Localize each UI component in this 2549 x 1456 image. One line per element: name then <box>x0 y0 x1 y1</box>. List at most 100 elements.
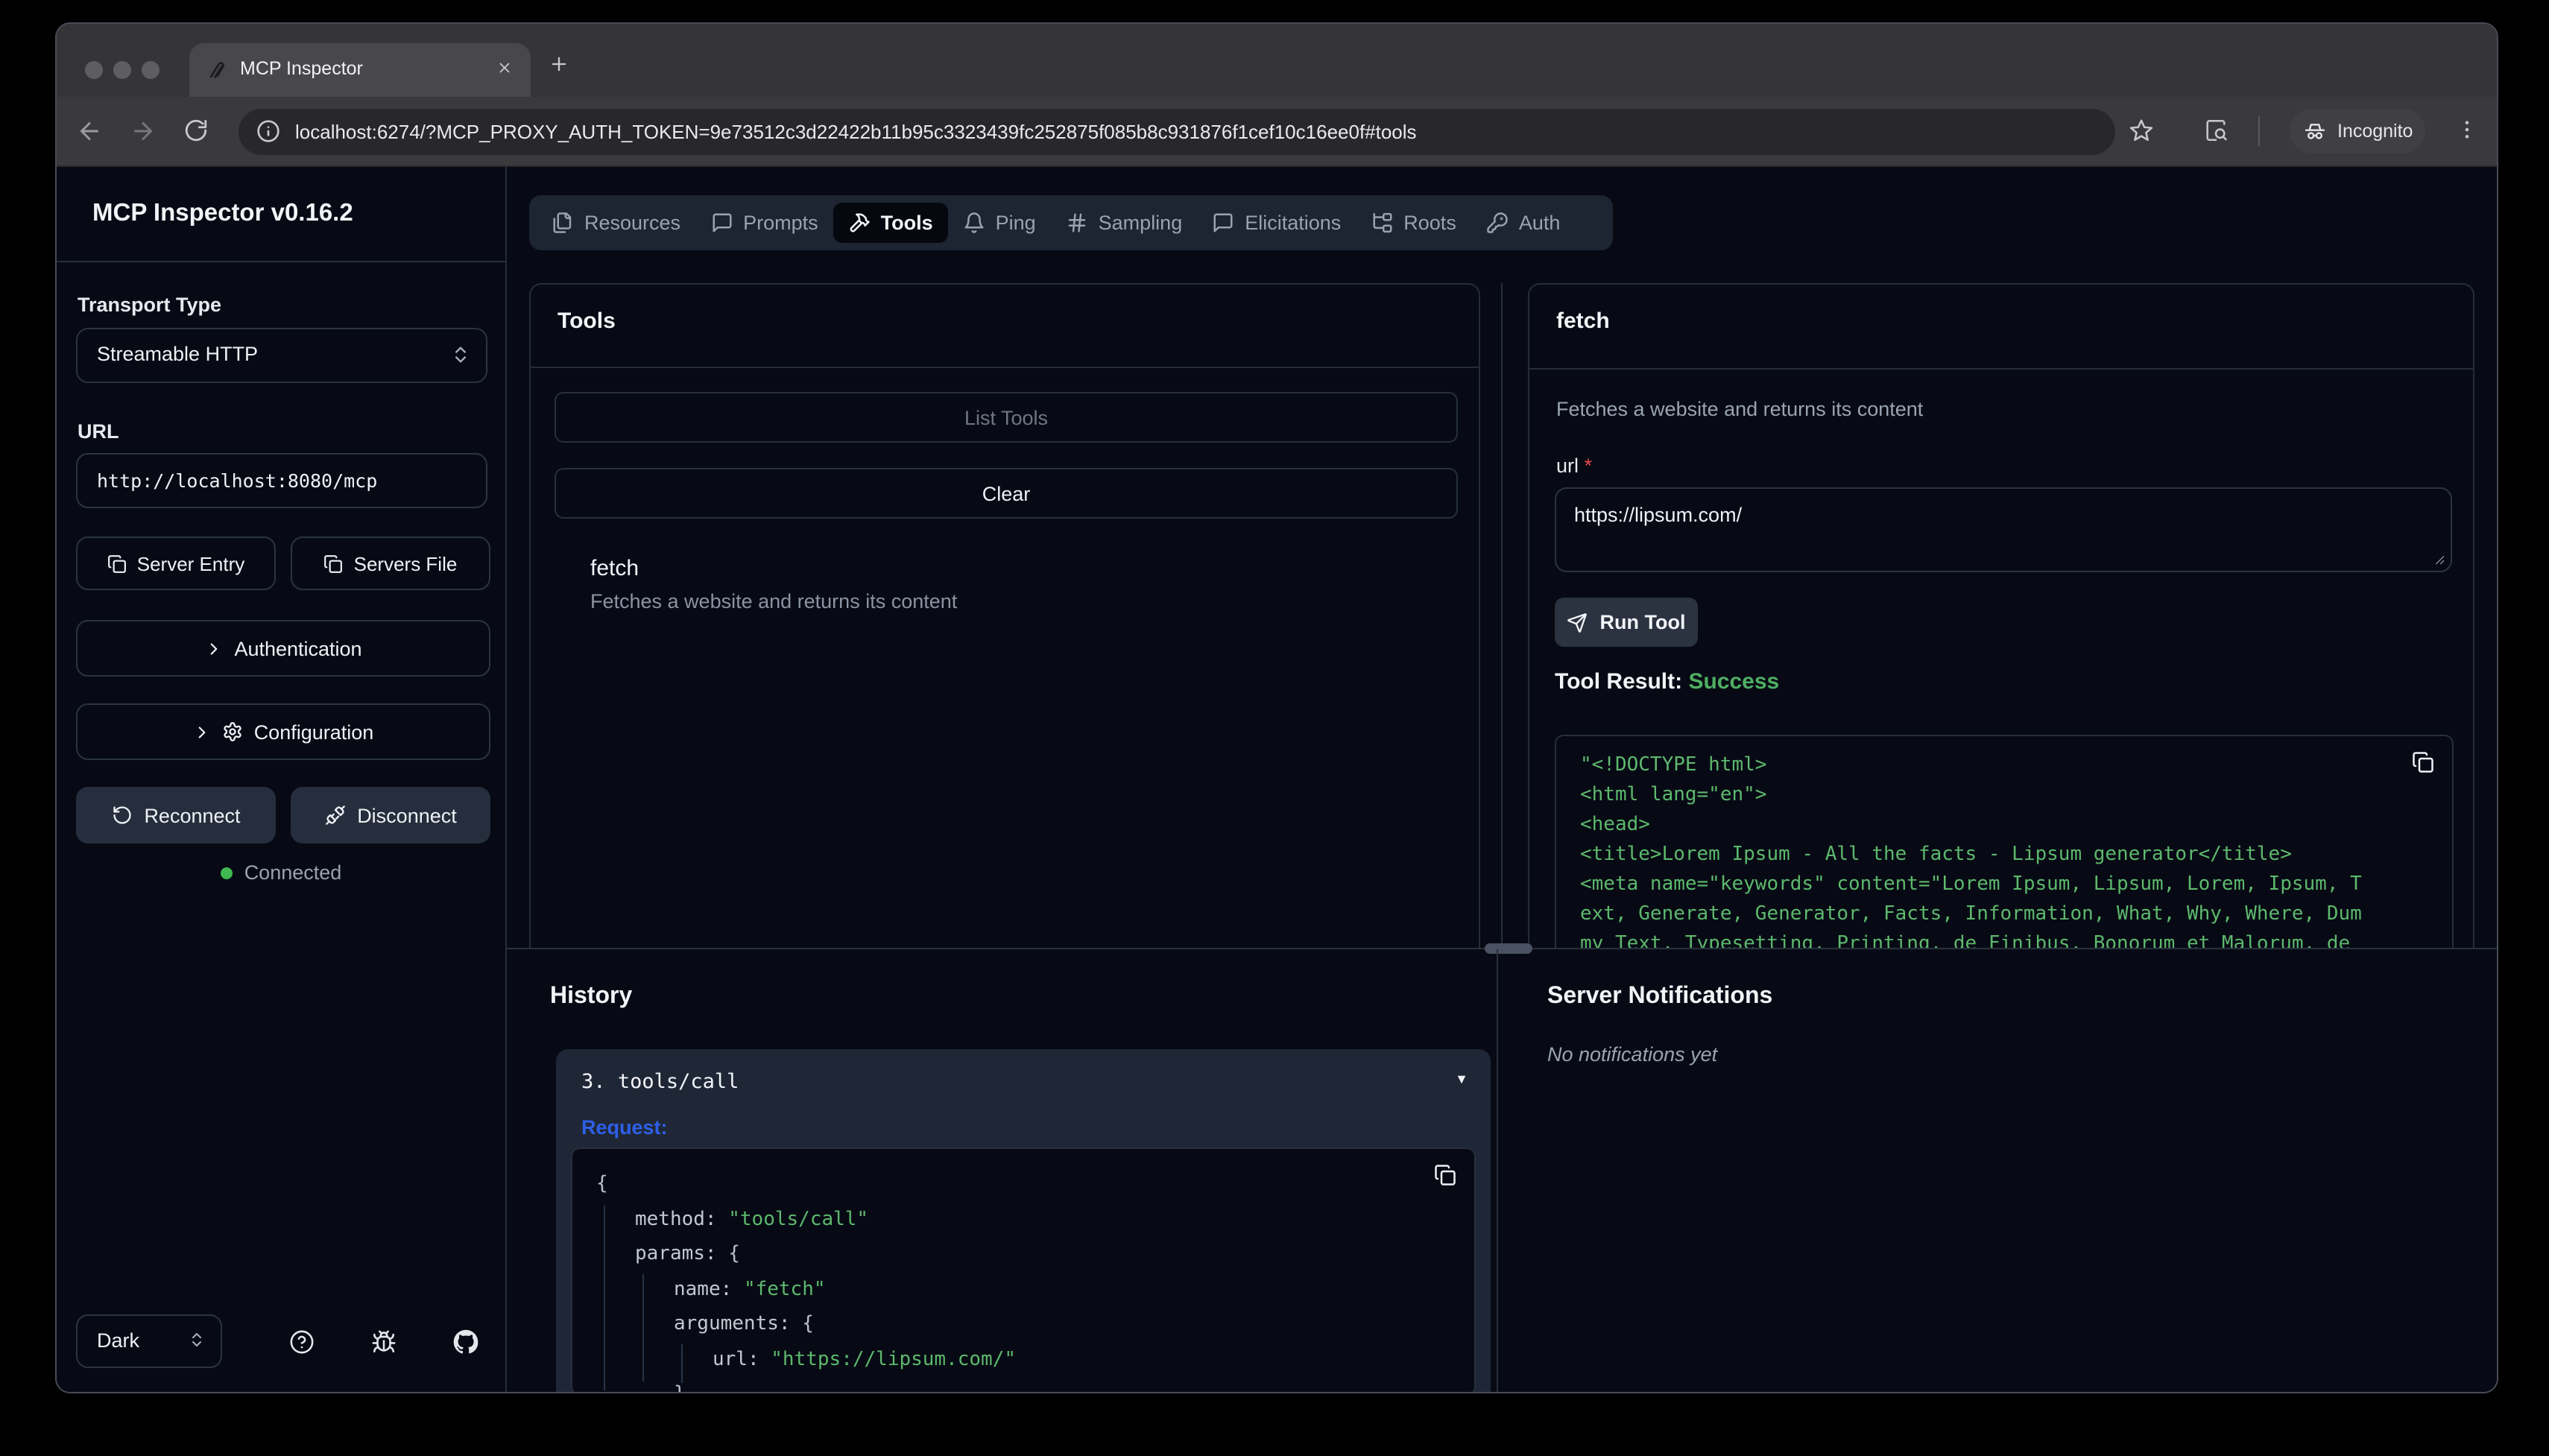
tab-close-icon[interactable] <box>496 60 513 76</box>
tools-panel-divider <box>531 367 1479 368</box>
connection-status: Connected <box>57 861 505 884</box>
url-param-textarea[interactable]: https://lipsum.com/ <box>1555 487 2452 572</box>
browser-tab[interactable]: MCP Inspector <box>189 43 531 97</box>
key-icon <box>1486 212 1509 234</box>
tab-label: Roots <box>1403 212 1456 234</box>
mcp-favicon-icon <box>207 58 230 80</box>
url-param-label: url * <box>1556 455 1592 477</box>
incognito-label: Incognito <box>2337 121 2413 142</box>
url-param-value: https://lipsum.com/ <box>1574 504 1742 526</box>
transport-type-label: Transport Type <box>78 294 221 316</box>
list-tools-button[interactable]: List Tools <box>555 392 1458 443</box>
new-tab-button[interactable] <box>549 54 569 75</box>
tab-tools[interactable]: Tools <box>833 203 948 243</box>
chevron-right-icon <box>193 722 212 741</box>
site-info-icon[interactable] <box>256 119 280 143</box>
bug-icon[interactable] <box>371 1329 397 1355</box>
theme-select[interactable]: Dark <box>76 1314 222 1368</box>
reconnect-label: Reconnect <box>144 804 240 826</box>
server-url-value: http://localhost:8080/mcp <box>97 469 377 492</box>
chevrons-up-down-icon <box>450 344 471 365</box>
back-icon[interactable] <box>76 118 103 145</box>
tool-detail-divider <box>1529 368 2473 370</box>
request-label: Request: <box>581 1116 668 1139</box>
window-zoom-button[interactable] <box>142 61 159 79</box>
address-bar[interactable]: localhost:6274/?MCP_PROXY_AUTH_TOKEN=9e7… <box>239 109 2115 155</box>
tool-list-item[interactable]: fetch Fetches a website and returns its … <box>590 556 957 613</box>
tab-label: Elicitations <box>1245 212 1341 234</box>
required-asterisk: * <box>1585 455 1593 477</box>
server-url-input[interactable]: http://localhost:8080/mcp <box>76 453 487 508</box>
browser-toolbar: localhost:6274/?MCP_PROXY_AUTH_TOKEN=9e7… <box>57 97 2497 167</box>
request-code-block: {method: "tools/call"params: {name: "fet… <box>571 1148 1476 1392</box>
tool-item-name: fetch <box>590 556 957 581</box>
main-nav-tabs: Resources Prompts Tools Ping Sampling <box>529 195 1613 250</box>
textarea-resize-handle[interactable] <box>2431 551 2446 566</box>
tool-item-description: Fetches a website and returns its conten… <box>590 590 957 613</box>
authentication-button[interactable]: Authentication <box>76 620 490 677</box>
tool-result-code: "<!DOCTYPE html><html lang="en"><head><t… <box>1580 751 2392 949</box>
app-content: MCP Inspector v0.16.2 Transport Type Str… <box>57 167 2497 1392</box>
theme-value: Dark <box>97 1329 139 1352</box>
transport-type-select[interactable]: Streamable HTTP <box>76 328 487 383</box>
window-close-button[interactable] <box>85 61 103 79</box>
tab-auth[interactable]: Auth <box>1471 203 1576 243</box>
window-minimize-button[interactable] <box>113 61 131 79</box>
tab-ping[interactable]: Ping <box>948 203 1051 243</box>
tool-detail-panel: fetch Fetches a website and returns its … <box>1528 283 2474 948</box>
copy-icon <box>107 554 127 573</box>
transport-type-value: Streamable HTTP <box>97 343 258 365</box>
forward-icon[interactable] <box>130 118 157 145</box>
send-icon <box>1567 612 1588 633</box>
tab-label: Sampling <box>1099 212 1183 234</box>
tab-prompts[interactable]: Prompts <box>695 203 833 243</box>
browser-menu-kebab-icon[interactable] <box>2455 118 2479 142</box>
help-icon[interactable] <box>289 1329 315 1355</box>
tab-roots[interactable]: Roots <box>1356 203 1471 243</box>
browser-window: MCP Inspector <box>55 22 2498 1393</box>
gear-icon <box>223 721 244 742</box>
tools-panel-title: Tools <box>558 308 616 334</box>
browser-tab-strip: MCP Inspector <box>57 24 2497 97</box>
result-status: Success <box>1688 669 1779 694</box>
splitter-grip[interactable] <box>1485 943 1532 954</box>
server-entry-label: Server Entry <box>137 552 245 575</box>
configuration-button[interactable]: Configuration <box>76 703 490 760</box>
run-tool-label: Run Tool <box>1600 611 1686 633</box>
disconnect-button[interactable]: Disconnect <box>291 787 490 843</box>
message-square-icon <box>1212 212 1234 234</box>
toolbar-separator <box>2258 116 2260 146</box>
request-json-code: {method: "tools/call"params: {name: "fet… <box>596 1167 1415 1392</box>
connection-status-label: Connected <box>244 861 342 884</box>
tools-panel: Tools List Tools Clear fetch Fetches a w… <box>529 283 1480 948</box>
notifications-empty-text: No notifications yet <box>1547 1043 1717 1066</box>
tab-sampling[interactable]: Sampling <box>1051 203 1198 243</box>
tab-elicitations[interactable]: Elicitations <box>1197 203 1356 243</box>
clear-button[interactable]: Clear <box>555 468 1458 519</box>
connected-dot-icon <box>221 867 233 879</box>
disconnect-label: Disconnect <box>357 804 457 826</box>
servers-file-label: Servers File <box>354 552 458 575</box>
side-panel-search-icon[interactable] <box>2203 118 2229 143</box>
reconnect-button[interactable]: Reconnect <box>76 787 276 843</box>
servers-file-button[interactable]: Servers File <box>291 536 490 590</box>
collapse-caret-icon[interactable]: ▼ <box>1455 1072 1468 1086</box>
github-icon[interactable] <box>453 1329 478 1355</box>
files-icon <box>552 212 574 234</box>
bookmark-star-icon[interactable] <box>2129 118 2154 143</box>
run-tool-button[interactable]: Run Tool <box>1555 598 1698 647</box>
bell-icon <box>963 212 985 234</box>
reload-icon[interactable] <box>183 118 209 143</box>
copy-result-icon[interactable] <box>2412 751 2434 773</box>
tab-resources[interactable]: Resources <box>537 203 695 243</box>
notifications-title: Server Notifications <box>1547 984 1772 1010</box>
folder-tree-icon <box>1371 212 1393 234</box>
tab-title: MCP Inspector <box>240 58 363 79</box>
history-entry-card[interactable]: 3. tools/call ▼ Request: {method: "tools… <box>556 1049 1491 1392</box>
tab-label: Resources <box>584 212 680 234</box>
copy-request-icon[interactable] <box>1434 1164 1456 1186</box>
clear-label: Clear <box>982 482 1031 504</box>
sidebar: MCP Inspector v0.16.2 Transport Type Str… <box>57 167 507 1392</box>
panel-vertical-divider[interactable] <box>1501 283 1503 948</box>
server-entry-button[interactable]: Server Entry <box>76 536 276 590</box>
